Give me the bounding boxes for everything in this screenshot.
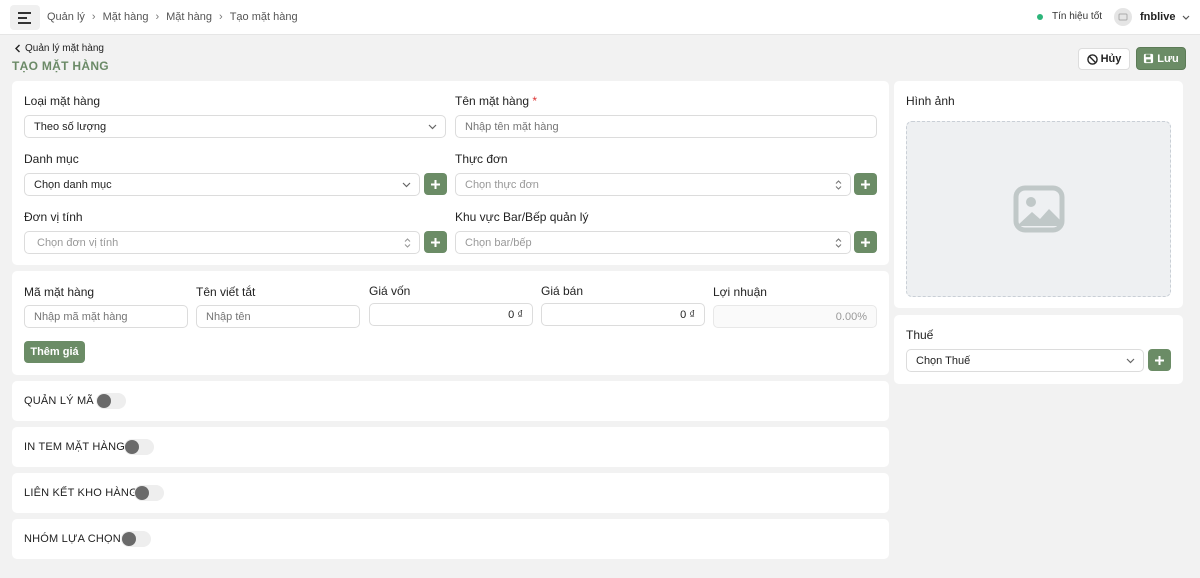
- chevron-left-icon: [15, 44, 20, 53]
- item-type-label: Loại mặt hàng: [24, 94, 101, 108]
- chevron-down-icon: [428, 124, 437, 129]
- item-type-value: Theo số lượng: [34, 120, 107, 133]
- sale-price-input[interactable]: 0 ₫: [541, 303, 705, 326]
- top-bar: Quản lý › Mặt hàng › Mặt hàng › Tạo mặt …: [0, 0, 1200, 35]
- item-name-label: Tên mặt hàng *: [455, 94, 537, 108]
- code-management-toggle[interactable]: [96, 393, 126, 409]
- toggle-label: NHÓM LỰA CHỌN: [24, 533, 121, 545]
- plus-icon: [431, 237, 440, 247]
- ban-icon: [1086, 53, 1098, 65]
- connection-status: Tín hiệu tốt: [1037, 11, 1102, 22]
- cost-price-label: Giá vốn: [369, 284, 411, 298]
- chevron-down-icon: [1183, 15, 1190, 20]
- status-dot-icon: [1037, 13, 1043, 20]
- image-placeholder-icon: [1013, 185, 1064, 233]
- menu-toggle-button[interactable]: [10, 5, 40, 30]
- back-link-label: Quản lý mặt hàng: [25, 43, 104, 54]
- breadcrumb-item[interactable]: Quản lý: [47, 11, 85, 23]
- toggle-knob: [125, 440, 139, 454]
- chevron-right-icon: ›: [91, 11, 96, 23]
- avatar-icon: [1114, 8, 1132, 26]
- chevron-updown-icon: [404, 237, 411, 248]
- cancel-button-label: Hủy: [1100, 53, 1122, 65]
- category-value: Chọn danh mục: [34, 178, 112, 191]
- add-category-button[interactable]: [424, 173, 447, 195]
- breadcrumb-item[interactable]: Mặt hàng: [103, 11, 149, 23]
- save-button[interactable]: Lưu: [1136, 47, 1186, 70]
- add-tax-button[interactable]: [1148, 349, 1171, 371]
- item-name-label-text: Tên mặt hàng: [455, 94, 530, 108]
- plus-icon: [861, 179, 870, 189]
- breadcrumb: Quản lý › Mặt hàng › Mặt hàng › Tạo mặt …: [47, 11, 298, 23]
- print-label-toggle[interactable]: [124, 439, 154, 455]
- area-select[interactable]: Chọn bar/bếp: [455, 231, 851, 254]
- add-price-button[interactable]: Thêm giá: [24, 341, 85, 363]
- chevron-down-icon: [402, 182, 411, 187]
- image-upload-area[interactable]: [906, 121, 1171, 297]
- required-marker: *: [532, 94, 538, 108]
- chevron-updown-icon: [835, 237, 842, 248]
- warehouse-link-toggle[interactable]: [134, 485, 164, 501]
- menu-label: Thực đơn: [455, 152, 508, 166]
- add-unit-button[interactable]: [424, 231, 447, 253]
- chevron-right-icon: ›: [219, 11, 223, 23]
- back-link[interactable]: Quản lý mặt hàng: [14, 43, 104, 54]
- cost-price-input[interactable]: 0 ₫: [369, 303, 533, 326]
- menu-placeholder: Chọn thực đơn: [465, 178, 539, 191]
- connection-status-label: Tín hiệu tốt: [1052, 11, 1103, 22]
- profit-label: Lợi nhuận: [713, 285, 767, 299]
- menu-icon: [18, 11, 31, 24]
- area-label: Khu vực Bar/Bếp quản lý: [455, 210, 589, 224]
- toggle-label: QUẢN LÝ MÃ: [24, 395, 94, 407]
- category-label: Danh mục: [24, 152, 79, 166]
- short-name-label: Tên viết tắt: [196, 285, 256, 299]
- tax-value: Chọn Thuế: [916, 354, 971, 367]
- area-placeholder: Chọn bar/bếp: [465, 236, 532, 249]
- chevron-updown-icon: [835, 179, 842, 190]
- username: fnblive: [1140, 11, 1176, 23]
- add-menu-button[interactable]: [854, 173, 877, 195]
- short-name-input[interactable]: [196, 305, 360, 328]
- chevron-down-icon: [1126, 358, 1135, 363]
- toggle-label: LIÊN KẾT KHO HÀNG: [24, 487, 138, 499]
- unit-select[interactable]: Chọn đơn vị tính: [24, 231, 420, 254]
- image-label: Hình ảnh: [906, 94, 955, 108]
- page-title: TẠO MẶT HÀNG: [12, 59, 109, 73]
- menu-select[interactable]: Chọn thực đơn: [455, 173, 851, 196]
- sale-price-value: 0 ₫: [680, 308, 695, 321]
- save-icon: [1144, 53, 1154, 64]
- unit-placeholder: Chọn đơn vị tính: [37, 236, 119, 249]
- plus-icon: [1155, 355, 1164, 365]
- item-code-label: Mã mặt hàng: [24, 285, 95, 299]
- breadcrumb-item[interactable]: Mặt hàng: [166, 11, 212, 23]
- toggle-knob: [97, 394, 111, 408]
- toggle-label: IN TEM MẶT HÀNG: [24, 441, 125, 453]
- toggle-knob: [135, 486, 149, 500]
- toggle-card-code-management: [12, 381, 889, 421]
- profit-value: 0.00%: [835, 310, 867, 323]
- tax-select[interactable]: Chọn Thuế: [906, 349, 1144, 372]
- plus-icon: [431, 179, 440, 189]
- add-area-button[interactable]: [854, 231, 877, 253]
- save-button-label: Lưu: [1157, 52, 1179, 65]
- item-type-select[interactable]: Theo số lượng: [24, 115, 446, 138]
- user-menu[interactable]: fnblive: [1114, 8, 1190, 26]
- profit-field: 0.00%: [713, 305, 877, 328]
- cost-price-value: 0 ₫: [508, 308, 523, 321]
- item-name-input[interactable]: [455, 115, 877, 138]
- breadcrumb-current: Tạo mặt hàng: [229, 11, 298, 23]
- toggle-knob: [122, 532, 136, 546]
- tax-label: Thuế: [906, 328, 934, 342]
- cancel-button[interactable]: Hủy: [1078, 48, 1130, 70]
- sale-price-label: Giá bán: [541, 284, 584, 298]
- unit-label: Đơn vị tính: [24, 210, 83, 224]
- category-select[interactable]: Chọn danh mục: [24, 173, 420, 196]
- plus-icon: [861, 237, 870, 247]
- option-group-toggle[interactable]: [121, 531, 151, 547]
- chevron-right-icon: ›: [155, 11, 160, 23]
- item-code-input[interactable]: [24, 305, 188, 328]
